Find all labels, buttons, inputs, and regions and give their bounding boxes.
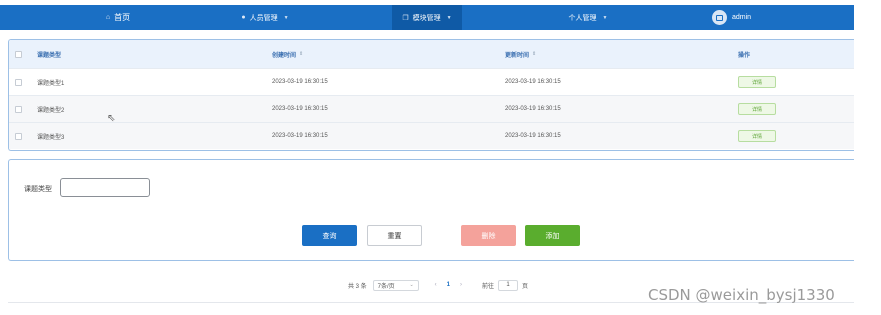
row-checkbox[interactable] [15,133,22,140]
delete-button[interactable]: 删除 [461,225,516,246]
cell-created: 2023-03-19 16:30:15 [272,106,328,112]
sort-icon: ⇕ [299,51,304,57]
nav-people-label: 人员管理 [249,14,278,22]
sort-icon: ⇕ [532,51,537,57]
nav-user-menu[interactable]: admin [712,5,782,30]
nav-username: admin [732,14,752,21]
nav-module-management[interactable]: ❐ 模块管理 ▼ [392,5,462,30]
table-row: 课题类型3 2023-03-19 16:30:15 2023-03-19 16:… [9,122,854,149]
header-created[interactable]: 创建时间 ⇕ [272,40,303,68]
home-icon: ⌂ [105,14,111,21]
person-icon: ● [241,14,246,21]
header-updated-label: 更新时间 [505,52,530,59]
cell-created: 2023-03-19 16:30:15 [272,133,328,139]
nav-home-label: 首页 [114,13,131,22]
cell-updated: 2023-03-19 16:30:15 [505,79,561,85]
query-button[interactable]: 查询 [302,225,357,246]
table-row: 课题类型1 2023-03-19 16:30:15 2023-03-19 16:… [9,68,854,95]
mouse-cursor-icon: ⇖ [107,113,116,124]
pagination: 共 3 条 7条/页 ⌄ ‹ 1 › 前往 1 页 [348,279,528,291]
select-all-checkbox[interactable] [15,51,22,58]
row-checkbox[interactable] [15,79,22,86]
user-avatar-icon [716,14,723,21]
header-created-label: 创建时间 [272,52,297,59]
add-button[interactable]: 添加 [525,225,580,246]
nav-personal-label: 个人管理 [568,14,597,22]
page-size-select[interactable]: 7条/页 ⌄ [372,279,419,291]
cell-updated: 2023-03-19 16:30:15 [505,133,561,139]
header-type: 课题类型 [37,52,62,59]
table-row: 课题类型2 2023-03-19 16:30:15 2023-03-19 16:… [9,95,854,122]
chevron-down-icon: ▼ [283,14,289,21]
data-table: 课题类型 创建时间 ⇕ 更新时间 ⇕ 操作 课题类型1 2023-03-19 16:… [8,39,854,151]
cell-ops: 详情 [738,123,776,149]
nav-home[interactable]: ⌂ 首页 [88,5,148,30]
prev-page-button[interactable]: ‹ [435,282,437,288]
nav-module-label: 模块管理 [412,14,441,22]
reset-button[interactable]: 重置 [367,225,422,246]
page-unit-label: 页 [522,283,529,290]
search-input[interactable] [60,178,150,197]
cell-type: 课题类型2 [37,107,65,114]
cell-created: 2023-03-19 16:30:15 [272,79,328,85]
table-header: 课题类型 创建时间 ⇕ 更新时间 ⇕ 操作 [9,40,854,68]
page-size-value: 7条/页 [377,283,395,290]
top-navbar: ⌂ 首页 ● 人员管理 ▼ ❐ 模块管理 ▼ 个人管理 ▼ admin [0,5,854,30]
detail-button[interactable]: 详情 [738,130,776,142]
page-number[interactable]: 1 [447,282,450,288]
nav-personal-management[interactable]: 个人管理 ▼ [548,5,628,30]
search-label: 课题类型 [24,186,52,193]
nav-people-management[interactable]: ● 人员管理 ▼ [225,5,305,30]
cell-ops: 详情 [738,69,776,95]
header-ops: 操作 [738,52,751,59]
chevron-down-icon: ▼ [446,14,452,21]
watermark: CSDN @weixin_bysj1330 [648,286,835,304]
cell-ops: 详情 [738,96,776,122]
goto-label: 前往 [482,283,495,290]
search-panel: 课题类型 查询 重置 删除 添加 [8,159,854,261]
goto-page-input[interactable]: 1 [498,279,519,291]
chevron-down-icon: ▼ [602,14,608,21]
header-updated[interactable]: 更新时间 ⇕ [505,40,536,68]
chevron-down-icon: ⌄ [409,282,414,288]
row-checkbox[interactable] [15,106,22,113]
next-page-button[interactable]: › [460,282,462,288]
cell-type: 课题类型3 [37,134,65,141]
cell-updated: 2023-03-19 16:30:15 [505,106,561,112]
pagination-total: 共 3 条 [348,283,367,290]
window-icon: ❐ [402,14,409,22]
cell-type: 课题类型1 [37,80,65,87]
avatar [712,10,727,25]
detail-button[interactable]: 详情 [738,76,776,88]
detail-button[interactable]: 详情 [738,103,776,115]
